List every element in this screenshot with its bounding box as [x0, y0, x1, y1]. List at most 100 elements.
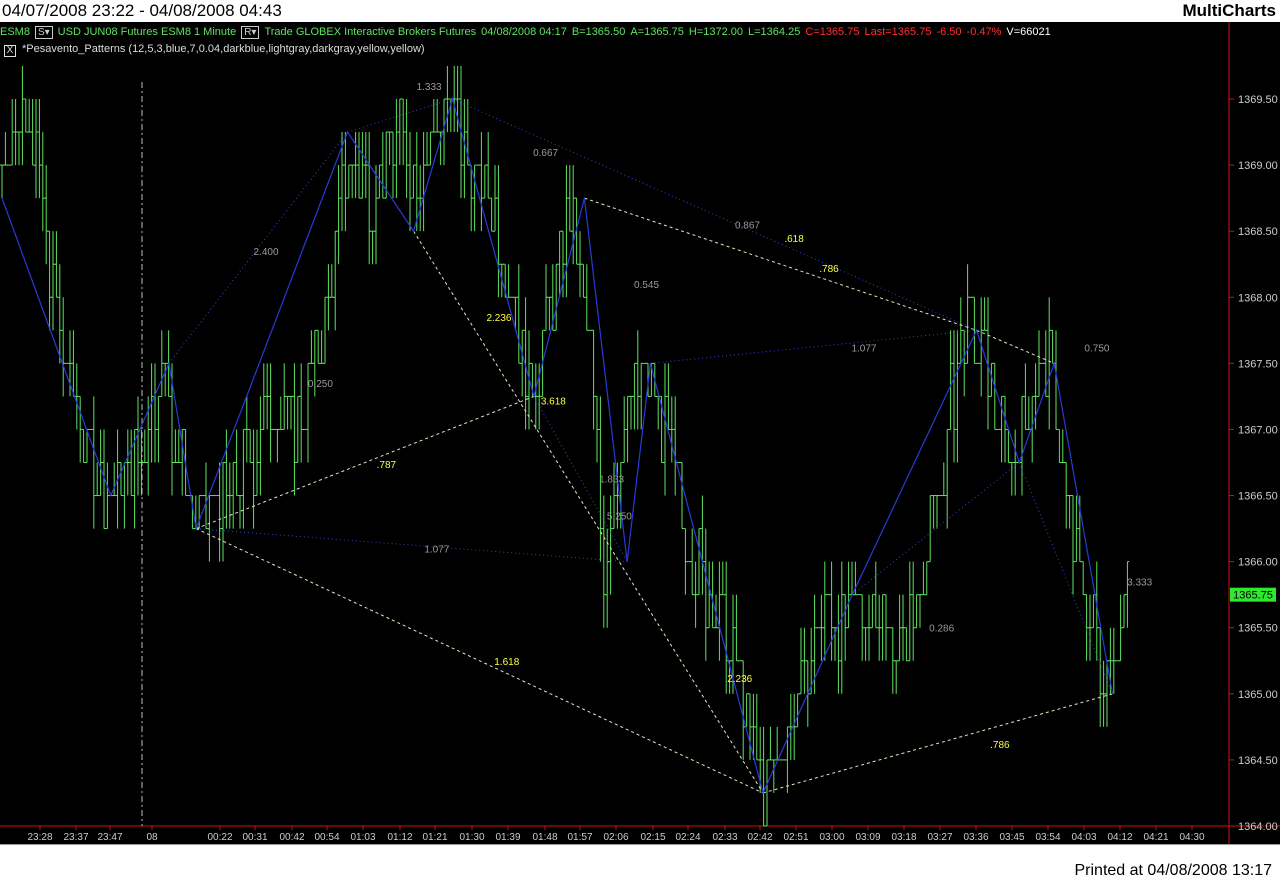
- time-tick-label: 04:12: [1107, 832, 1132, 843]
- ratio-label: .787: [377, 460, 397, 471]
- time-tick-label: 00:31: [242, 832, 267, 843]
- time-tick-label: 03:45: [999, 832, 1024, 843]
- time-tick-label: 23:47: [97, 832, 122, 843]
- price-tick-label: 1364.50: [1238, 755, 1278, 767]
- chart-area[interactable]: 1369.50 1369.00 1368.50 1368.00 1367.50 1367.…: [0, 22, 1280, 844]
- price-tick-label: 1367.50: [1238, 358, 1278, 370]
- time-tick-label: 01:12: [387, 832, 412, 843]
- last-value: Last=1365.75: [864, 26, 932, 38]
- ratio-label: 3.333: [1127, 577, 1152, 588]
- chart-time-range: 04/07/2008 23:22 - 04/08/2008 04:43: [2, 1, 282, 20]
- symbol-label: ESM8: [0, 26, 30, 38]
- last-price-label: 1365.75: [1233, 590, 1273, 602]
- ratio-label: .618: [784, 234, 804, 245]
- time-tick-label: 03:09: [855, 832, 880, 843]
- price-tick-label: 1369.50: [1238, 94, 1278, 106]
- high-value: H=1372.00: [688, 26, 744, 38]
- price-tick-label: 1364.00: [1238, 821, 1278, 833]
- indicator-label: *Pesavento_Patterns (12,5,3,blue,7,0.04,…: [22, 43, 425, 55]
- close-value: C=1365.75: [805, 26, 860, 38]
- ratio-label: 1.077: [851, 344, 876, 355]
- ratio-label: 0.286: [929, 624, 954, 635]
- time-tick-label: 23:37: [63, 832, 88, 843]
- time-tick-label: 04:21: [1143, 832, 1168, 843]
- time-tick-label: 01:03: [350, 832, 375, 843]
- time-tick-label: 03:36: [963, 832, 988, 843]
- time-tick-label: 03:27: [927, 832, 952, 843]
- zigzag-line: [1, 96, 1114, 795]
- change-percent: -0.47%: [966, 26, 1002, 38]
- price-tick-label: 1367.00: [1238, 424, 1278, 436]
- indicator-toggle-checkbox[interactable]: X: [4, 45, 16, 57]
- time-tick-label: 02:15: [640, 832, 665, 843]
- ratio-label: 2.236: [727, 674, 752, 685]
- time-tick-label: 01:48: [532, 832, 557, 843]
- pattern-line: [584, 197, 977, 331]
- printed-timestamp: Printed at 04/08/2008 13:17: [1074, 862, 1273, 879]
- app-title: MultiCharts: [1182, 1, 1277, 20]
- ratio-label: 3.618: [541, 396, 566, 407]
- window-titlebar: 04/07/2008 23:22 - 04/08/2008 04:43 Mult…: [0, 0, 1280, 22]
- feed-label: Trade GLOBEX Interactive Brokers Futures: [264, 26, 477, 38]
- time-tick-label: 04:03: [1071, 832, 1096, 843]
- time-tick-label: 02:42: [747, 832, 772, 843]
- time-tick-label: 02:33: [712, 832, 737, 843]
- pattern-line: [196, 528, 628, 563]
- low-value: L=1364.25: [748, 26, 801, 38]
- ratio-label: 1.333: [417, 82, 442, 93]
- ratio-label: 5.250: [607, 511, 632, 522]
- time-tick-label: 03:54: [1035, 832, 1060, 843]
- ratio-label: 0.867: [735, 221, 760, 232]
- pattern-line: [852, 462, 1020, 596]
- ratio-label: 2.400: [254, 247, 279, 258]
- instrument-label: USD JUN08 Futures ESM8 1 Minute: [57, 26, 237, 38]
- pattern-line: [413, 230, 764, 794]
- ask-value: A=1365.75: [630, 26, 684, 38]
- ratio-label: .786: [819, 264, 839, 275]
- ratio-label: 0.250: [308, 379, 333, 390]
- price-tick-label: 1368.00: [1238, 292, 1278, 304]
- volume-value: V=66021: [1006, 26, 1051, 38]
- time-tick-label: 01:39: [495, 832, 520, 843]
- ratio-label: .786: [990, 740, 1010, 751]
- price-tick-label: 1366.00: [1238, 557, 1278, 569]
- ratio-label: 1.077: [424, 544, 449, 555]
- status-row: ESM8 S▾ USD JUN08 Futures ESM8 1 Minute R▾ T…: [0, 26, 1056, 40]
- price-tick-label: 1366.50: [1238, 491, 1278, 503]
- price-tick-label: 1368.50: [1238, 226, 1278, 238]
- resolution-settings-button[interactable]: R▾: [241, 26, 260, 39]
- ratio-label: 1.618: [494, 657, 519, 668]
- time-tick-label: 03:00: [819, 832, 844, 843]
- time-tick-label: 01:21: [422, 832, 447, 843]
- time-tick-label: 02:51: [783, 832, 808, 843]
- time-tick-label: 00:54: [314, 832, 339, 843]
- ratio-label: 0.545: [634, 280, 659, 291]
- symbol-settings-button[interactable]: S▾: [34, 26, 53, 39]
- price-tick-label: 1365.50: [1238, 623, 1278, 635]
- time-tick-label: 01:30: [459, 832, 484, 843]
- time-tick-label: 23:28: [27, 832, 52, 843]
- time-tick-label: 00:42: [279, 832, 304, 843]
- ratio-label: 2.236: [486, 313, 511, 324]
- price-tick-label: 1369.00: [1238, 160, 1278, 172]
- pattern-line: [650, 329, 977, 364]
- time-tick-label: 03:18: [891, 832, 916, 843]
- time-tick-label: 00:22: [207, 832, 232, 843]
- time-tick-label: 02:06: [603, 832, 628, 843]
- time-tick-label: 02:24: [675, 832, 700, 843]
- pattern-line: [762, 693, 1113, 794]
- ratio-label: 0.750: [1084, 344, 1109, 355]
- price-tick-label: 1365.00: [1238, 689, 1278, 701]
- ratio-label: 0.667: [533, 148, 558, 159]
- change-value: -6.50: [936, 26, 962, 38]
- pattern-line: [452, 98, 977, 331]
- price-chart[interactable]: 1369.50 1369.00 1368.50 1368.00 1367.50 1367.…: [0, 22, 1280, 844]
- indicator-row: X *Pesavento_Patterns (12,5,3,blue,7,0.04…: [4, 43, 425, 57]
- bid-value: B=1365.50: [571, 26, 626, 38]
- pattern-line: [195, 528, 764, 794]
- time-tick-label: 08: [146, 832, 158, 843]
- time-tick-label: 04:30: [1179, 832, 1204, 843]
- ratio-label: 1.833: [599, 474, 624, 485]
- footer-strip: [0, 844, 1280, 862]
- time-tick-label: 01:57: [567, 832, 592, 843]
